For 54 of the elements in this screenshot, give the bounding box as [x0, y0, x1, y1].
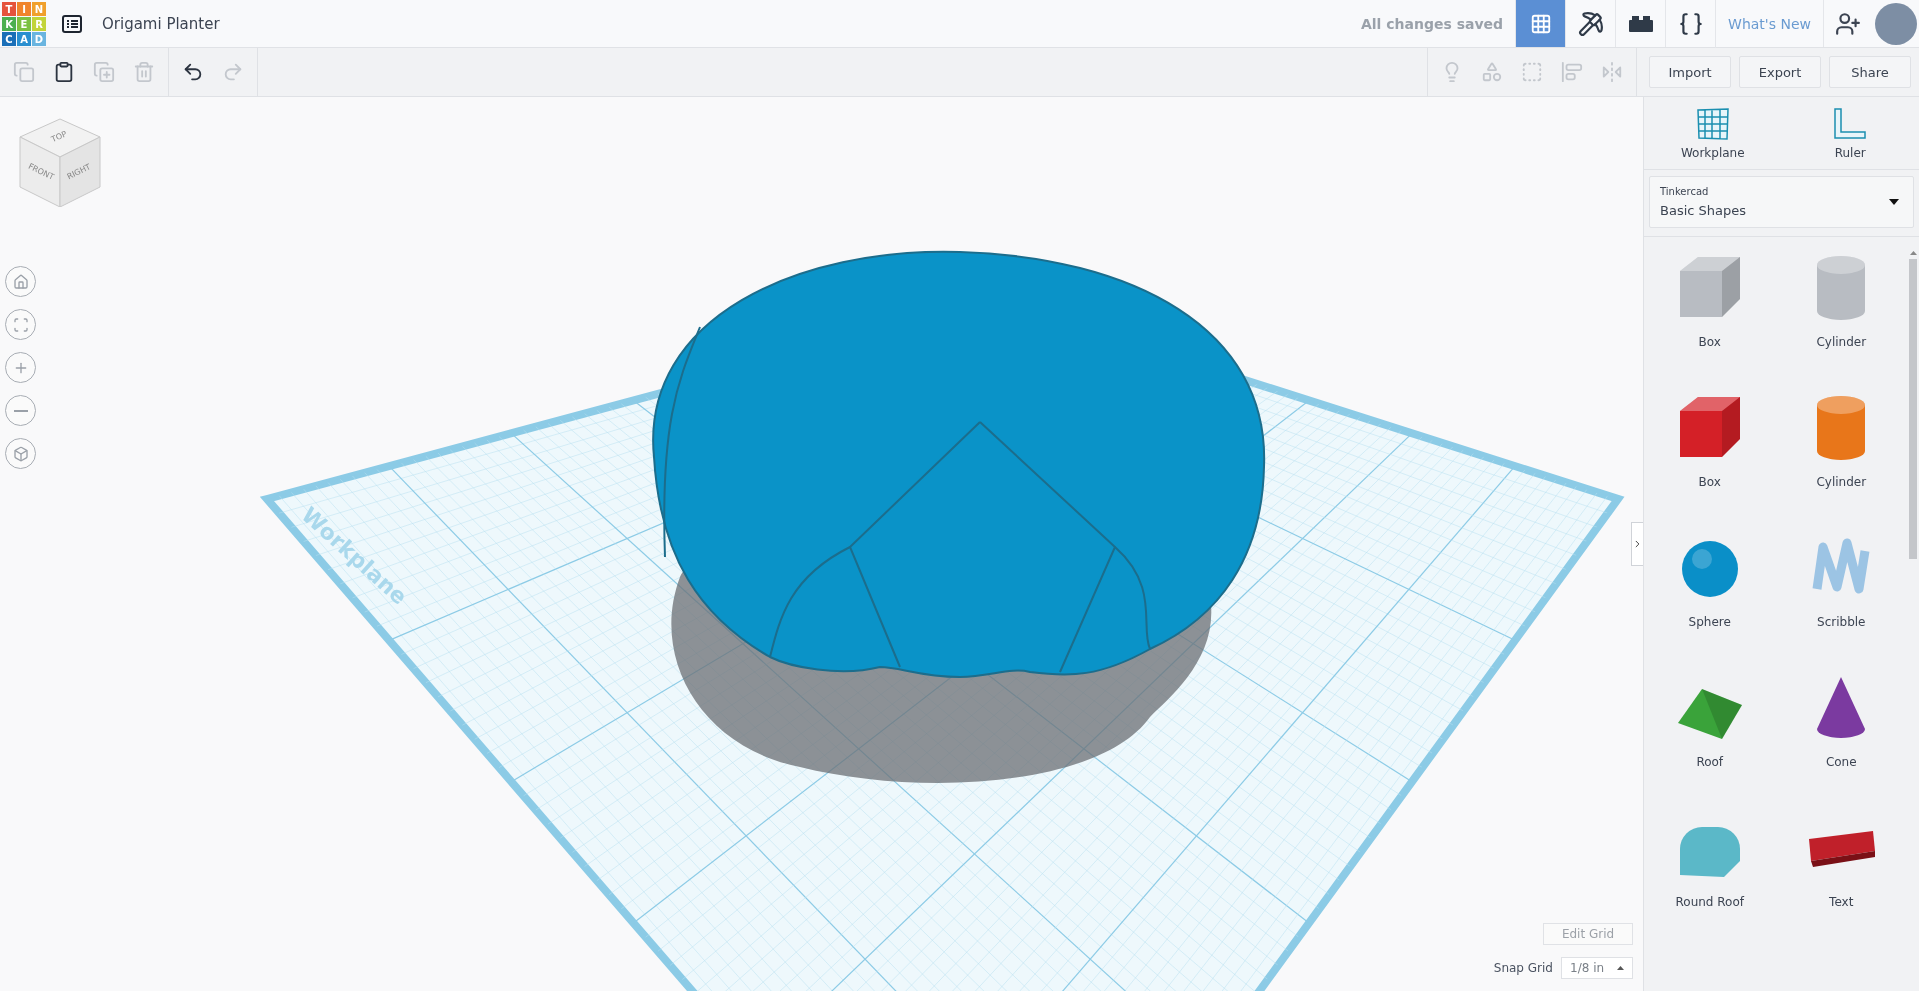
shape-item[interactable]: Text [1775, 809, 1907, 949]
zoom-out-icon [13, 409, 28, 412]
group-icon [1481, 61, 1503, 83]
ortho-icon [12, 445, 29, 462]
user-add-icon [1834, 10, 1861, 37]
planter-on-workplane-drawing[interactable] [259, 251, 1625, 991]
list-icon [62, 14, 82, 33]
shape-item[interactable]: Roof [1644, 669, 1776, 809]
align-icon [1561, 61, 1583, 83]
delete-icon [133, 61, 155, 83]
shape-library-select[interactable]: Tinkercad Basic Shapes [1649, 176, 1914, 228]
copy-icon [13, 61, 35, 83]
shape-item[interactable]: Scribble [1775, 529, 1907, 669]
undo-icon [182, 61, 204, 83]
save-status: All changes saved [1360, 15, 1504, 32]
pickaxe-icon [1577, 10, 1604, 37]
logo[interactable]: T I N K E R C A D [2, 2, 46, 45]
ruler-icon [1833, 108, 1868, 140]
home-button[interactable] [5, 266, 36, 297]
toolbar-text-button[interactable]: Share [1829, 56, 1911, 88]
scrollbar-thumb[interactable] [1909, 259, 1917, 559]
snap-grid-select[interactable]: 1/8 in [1561, 957, 1633, 979]
design-title[interactable]: Origami Planter [102, 14, 220, 33]
shape-item[interactable]: Box [1644, 389, 1776, 529]
mirror-icon [1601, 61, 1623, 83]
duplicate-icon [93, 61, 115, 83]
fit-icon [12, 316, 29, 333]
code-blocks-icon [1677, 10, 1704, 37]
shape-item[interactable]: Cylinder [1775, 249, 1907, 389]
zoom-out-button[interactable] [5, 395, 36, 426]
workplane-tool-button[interactable]: Workplane [1662, 107, 1763, 161]
scroll-up-icon[interactable] [1909, 251, 1917, 255]
shape-item[interactable]: Sphere [1644, 529, 1776, 669]
zoom-in-button[interactable] [5, 352, 36, 383]
snap-grid-label: Snap Grid [1493, 961, 1553, 975]
ruler-tool-button[interactable]: Ruler [1800, 107, 1901, 161]
collapse-panel-button[interactable] [1631, 522, 1643, 566]
caret-icon [1617, 966, 1624, 970]
redo-icon [222, 61, 244, 83]
ortho-button[interactable] [5, 438, 36, 469]
home-icon [12, 273, 29, 290]
shape-item[interactable]: Cone [1775, 669, 1907, 809]
shape-item[interactable]: Box [1644, 249, 1776, 389]
ungroup-icon [1521, 61, 1543, 83]
shape-item[interactable]: Cylinder [1775, 389, 1907, 529]
shape-item[interactable]: Round Roof [1644, 809, 1776, 949]
toolbar-text-button[interactable]: Import [1649, 56, 1731, 88]
brick-icon [1628, 15, 1653, 32]
fit-button[interactable] [5, 309, 36, 340]
toolbar-text-button[interactable]: Export [1739, 56, 1821, 88]
paste-icon [53, 61, 75, 83]
grid-plane-icon [1695, 108, 1730, 140]
caret-icon [1889, 199, 1899, 205]
grid-icon [1529, 12, 1552, 35]
